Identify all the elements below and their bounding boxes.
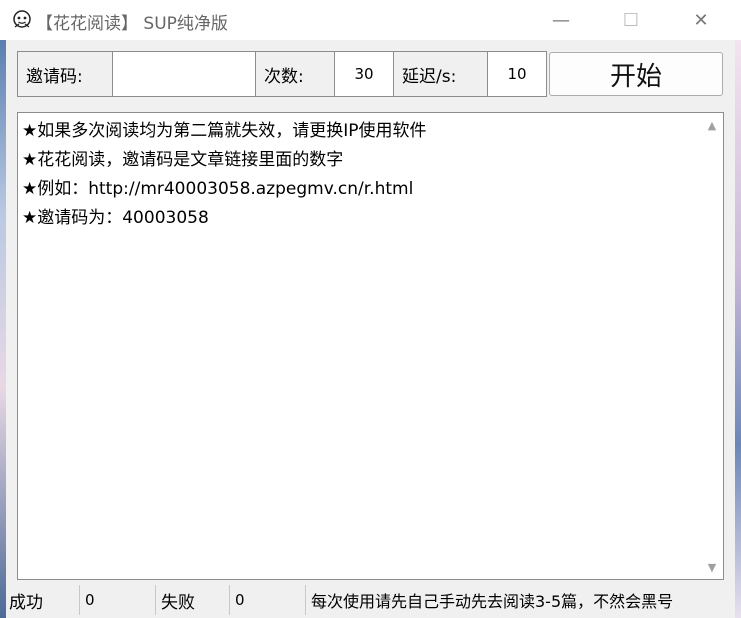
invite-code-label: 邀请码: — [17, 51, 113, 97]
minimize-button[interactable]: — — [526, 0, 596, 40]
close-icon: ✕ — [693, 9, 709, 31]
invite-code-input[interactable] — [112, 51, 256, 97]
status-separator — [79, 585, 80, 615]
app-window: 【花花阅读】 SUP纯净版 — ☐ ✕ 邀请码: 次数: 30 延迟/s: 10… — [0, 0, 741, 618]
log-line: ★如果多次阅读均为第二篇就失效，请更换IP使用软件 — [22, 121, 427, 141]
success-count: 0 — [85, 591, 95, 609]
status-separator — [155, 585, 156, 615]
app-face-icon — [13, 10, 31, 28]
times-label: 次数: — [255, 51, 335, 97]
log-line: ★例如：http://mr40003058.azpegmv.cn/r.html — [22, 179, 414, 199]
log-line: ★邀请码为：40003058 — [22, 208, 209, 228]
status-separator — [229, 585, 230, 615]
maximize-button[interactable]: ☐ — [596, 0, 666, 40]
status-bar: 成功 0 失败 0 每次使用请先自己手动先去阅读3-5篇，不然会黑号 — [6, 583, 735, 618]
start-button[interactable]: 开始 — [549, 52, 723, 96]
title-bar[interactable]: 【花花阅读】 SUP纯净版 — ☐ ✕ — [0, 0, 741, 40]
fail-count: 0 — [235, 591, 245, 609]
success-label: 成功 — [9, 592, 43, 613]
scroll-up-icon[interactable]: ▲ — [704, 117, 720, 133]
desktop-background-right — [735, 40, 741, 618]
window-title: 【花花阅读】 SUP纯净版 — [36, 14, 228, 34]
times-input[interactable]: 30 — [334, 51, 394, 97]
delay-label: 延迟/s: — [393, 51, 488, 97]
close-button[interactable]: ✕ — [666, 0, 736, 40]
status-notice: 每次使用请先自己手动先去阅读3-5篇，不然会黑号 — [311, 592, 674, 611]
maximize-icon: ☐ — [622, 9, 640, 31]
log-content: ★如果多次阅读均为第二篇就失效，请更换IP使用软件 ★花花阅读，邀请码是文章链接… — [22, 117, 699, 233]
scroll-down-icon[interactable]: ▼ — [704, 559, 720, 575]
log-textarea[interactable]: ★如果多次阅读均为第二篇就失效，请更换IP使用软件 ★花花阅读，邀请码是文章链接… — [17, 112, 724, 580]
vertical-scrollbar[interactable]: ▲ ▼ — [701, 113, 723, 579]
minimize-icon: — — [552, 9, 570, 31]
delay-input[interactable]: 10 — [487, 51, 547, 97]
client-area: 邀请码: 次数: 30 延迟/s: 10 开始 ★如果多次阅读均为第二篇就失效，… — [6, 40, 735, 618]
status-separator — [305, 585, 306, 615]
fail-label: 失败 — [161, 592, 195, 613]
log-line: ★花花阅读，邀请码是文章链接里面的数字 — [22, 150, 344, 170]
